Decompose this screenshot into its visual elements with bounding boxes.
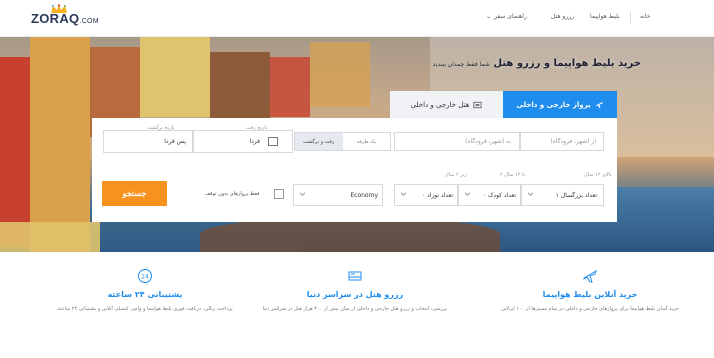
origin-input[interactable]: از (شهر، فرودگاه) [520, 132, 604, 151]
cabin-class-value: Economy [350, 191, 378, 199]
nav-travel-guide[interactable]: ⌄ راهنمای سفر [486, 13, 527, 20]
hero-building [30, 37, 90, 252]
nav-hotel[interactable]: رزرو هتل [551, 13, 574, 20]
origin-placeholder: از (شهر، فرودگاه) [550, 138, 596, 145]
nonstop-checkbox[interactable] [274, 189, 284, 199]
child-count-value: تعداد کودک ۰ [482, 191, 516, 199]
infant-age-label: زیر ۲ سال [445, 172, 467, 178]
hotel-icon [473, 101, 482, 108]
hero-building [270, 57, 310, 117]
chevron-down-icon [401, 192, 406, 196]
feature-title: رزرو هتل در سراسر دنیا [306, 290, 404, 299]
destination-placeholder: به (شهر، فرودگاه) [465, 138, 511, 145]
feature-flight: خرید آنلاین بلیط هواپیما خرید آسان بلیط … [495, 268, 685, 314]
logo-text: ZORAQ [31, 11, 80, 26]
svg-text:24: 24 [141, 274, 149, 281]
feature-support: 24 پشتیبانی ۲۴ ساعته پرداخت ریالی، دریاف… [50, 268, 240, 314]
top-header: ZORAQ.COM خانه بلیط هواپیما رزرو هتل ⌄ ر… [0, 0, 714, 37]
hero-building [310, 42, 370, 107]
search-button-label: جستجو [122, 189, 147, 198]
feature-title: پشتیبانی ۲۴ ساعته [107, 290, 183, 299]
chevron-down-icon: ⌄ [486, 13, 492, 20]
logo-suffix: .COM [79, 18, 99, 25]
site-logo[interactable]: ZORAQ.COM [31, 11, 99, 26]
trip-one-way-option[interactable]: یک طرفه [343, 133, 391, 150]
return-date-field[interactable]: پس فردا [103, 130, 193, 153]
hero-subtitle: شما فقط چمدان ببندید [432, 61, 490, 68]
feature-description: بررسی، انتخاب و رزرو هتل خارجی و داخلی ا… [262, 306, 448, 312]
hero-building [0, 222, 100, 252]
feature-description: خرید آسان بلیط هواپیما برای پروازهای خار… [501, 306, 679, 312]
tab-flight[interactable]: پرواز خارجی و داخلی [503, 91, 617, 118]
hero-building [140, 37, 210, 117]
nav-home[interactable]: خانه [640, 13, 650, 20]
child-age-label: ۲ تا ۱۲ سال [500, 172, 526, 178]
trip-round-option[interactable]: رفت و برگشت [295, 133, 343, 150]
hotel-bed-icon [347, 268, 363, 284]
tab-flight-label: پرواز خارجی و داخلی [516, 100, 591, 109]
chevron-down-icon [300, 192, 305, 196]
calendar-icon [268, 137, 278, 146]
nav-hotel-label: رزرو هتل [551, 13, 575, 20]
depart-value: فردا [249, 138, 260, 145]
feature-hotel: رزرو هتل در سراسر دنیا بررسی، انتخاب و ر… [260, 268, 450, 314]
trip-type-toggle[interactable]: رفت و برگشت یک طرفه [294, 132, 391, 151]
feature-description: پرداخت ریالی، دریافت فوری بلیط هواپیما و… [57, 306, 233, 312]
hero-title: خرید بلیط هواپیما و رزرو هتل شما فقط چمد… [433, 58, 641, 69]
child-count-select[interactable]: تعداد کودک ۰ [458, 184, 521, 206]
tab-hotel-label: هتل خارجی و داخلی [410, 100, 470, 109]
depart-date-field[interactable]: فردا [193, 130, 293, 153]
nonstop-label[interactable]: فقط پروازهای بدون توقف [205, 191, 260, 197]
plane-icon [595, 101, 603, 109]
nav-home-label: خانه [640, 13, 651, 20]
chevron-down-icon [528, 192, 533, 196]
feature-title: خرید آنلاین بلیط هواپیما [542, 290, 638, 299]
nav-divider [630, 12, 631, 24]
chevron-down-icon [465, 192, 470, 196]
plane-icon [582, 268, 598, 284]
features-section: خرید آنلاین بلیط هواپیما خرید آسان بلیط … [0, 252, 714, 358]
cabin-class-select[interactable]: Economy [293, 184, 383, 206]
nav-travel-guide-label: راهنمای سفر [494, 13, 527, 20]
hero-cliff [200, 217, 500, 252]
return-value: پس فردا [164, 138, 186, 145]
search-button[interactable]: جستجو [102, 181, 167, 206]
hero-title-text: خرید بلیط هواپیما و رزرو هتل [493, 58, 641, 69]
infant-count-value: تعداد نوزاد ۰ [421, 191, 453, 199]
adult-count-select[interactable]: تعداد بزرگسال ۱ [521, 184, 604, 206]
hero-building [0, 57, 30, 247]
tab-hotel[interactable]: هتل خارجی و داخلی [390, 91, 503, 118]
nav-flight[interactable]: بلیط هواپیما [590, 13, 620, 20]
adult-age-label: بالای ۱۲ سال [584, 172, 612, 178]
nav-flight-label: بلیط هواپیما [590, 13, 620, 20]
destination-input[interactable]: به (شهر، فرودگاه) [394, 132, 520, 151]
hero-building [210, 52, 270, 122]
support-24-icon: 24 [137, 268, 153, 284]
adult-count-value: تعداد بزرگسال ۱ [555, 191, 597, 199]
infant-count-select[interactable]: تعداد نوزاد ۰ [394, 184, 458, 206]
